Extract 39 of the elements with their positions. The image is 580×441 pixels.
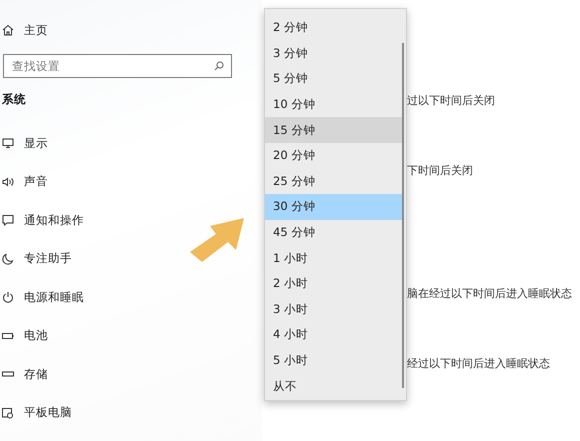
setting-label: 经过以下时间后进入睡眠状态 bbox=[407, 356, 551, 370]
moon-icon bbox=[2, 252, 14, 264]
speaker-icon bbox=[2, 176, 14, 188]
message-icon bbox=[2, 214, 14, 226]
dropdown-option[interactable]: 5 小时 bbox=[265, 348, 402, 374]
dropdown-option[interactable]: 2 分钟 bbox=[265, 15, 402, 41]
setting-label: 过以下时间后关闭 bbox=[407, 93, 496, 107]
sidebar-item[interactable]: 平板电脑 bbox=[0, 402, 262, 422]
section-title: 系统 bbox=[2, 92, 27, 107]
scrollbar[interactable] bbox=[402, 43, 404, 388]
setting-label: 下时间后关闭 bbox=[407, 163, 474, 177]
home-link[interactable]: 主页 bbox=[0, 20, 262, 40]
dropdown-option[interactable]: 30 分钟 bbox=[265, 194, 402, 220]
home-icon bbox=[2, 24, 14, 36]
sidebar-item[interactable]: 显示 bbox=[0, 133, 262, 153]
search-field[interactable]: 查找设置 bbox=[3, 54, 232, 78]
dropdown-option[interactable]: 5 分钟 bbox=[265, 66, 402, 92]
sidebar-item[interactable]: 专注助手 bbox=[0, 248, 262, 268]
sidebar-item[interactable]: 电源和睡眠 bbox=[0, 287, 262, 307]
search-icon bbox=[214, 61, 224, 71]
tablet-icon bbox=[2, 406, 14, 418]
sidebar-item[interactable]: 电池 bbox=[0, 326, 262, 346]
dropdown-option[interactable]: 20 分钟 bbox=[265, 142, 402, 169]
dropdown-option[interactable]: 10 分钟 bbox=[265, 92, 402, 118]
dropdown-option[interactable]: 3 小时 bbox=[265, 296, 402, 322]
dropdown-option[interactable]: 1 小时 bbox=[265, 245, 402, 271]
setting-label: 脑在经过以下时间后进入睡眠状态 bbox=[407, 286, 573, 300]
dropdown-option[interactable]: 3 分钟 bbox=[265, 40, 402, 66]
dropdown-option[interactable]: 15 分钟 bbox=[265, 117, 402, 143]
sidebar-item[interactable]: 声音 bbox=[0, 172, 262, 192]
dropdown-option[interactable]: 25 分钟 bbox=[265, 168, 402, 194]
dropdown-option[interactable]: 2 小时 bbox=[265, 270, 402, 297]
dropdown-option[interactable]: 4 小时 bbox=[265, 322, 402, 348]
sidebar-item[interactable]: 存储 bbox=[0, 364, 262, 384]
power-icon bbox=[2, 291, 14, 303]
dropdown-option[interactable]: 从不 bbox=[265, 373, 402, 399]
sidebar-item[interactable]: 通知和操作 bbox=[0, 210, 262, 230]
monitor-icon bbox=[2, 137, 14, 149]
dropdown-option[interactable]: 45 分钟 bbox=[265, 220, 402, 246]
